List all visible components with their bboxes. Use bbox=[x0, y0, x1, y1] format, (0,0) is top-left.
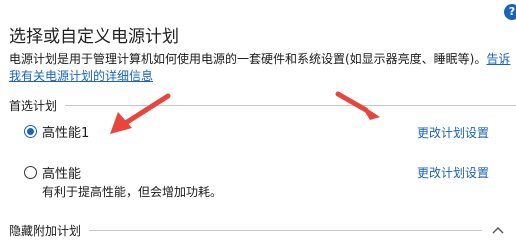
change-plan-settings-link[interactable]: 更改计划设置 bbox=[417, 124, 489, 141]
divider bbox=[89, 229, 482, 231]
chevron-up-icon[interactable] bbox=[490, 223, 506, 237]
preferred-plans-label: 首选计划 bbox=[9, 98, 58, 113]
hidden-plans-header[interactable]: 隐藏附加计划 bbox=[9, 221, 516, 239]
radio-unchecked-icon[interactable] bbox=[24, 165, 37, 179]
plan-description: 有利于提高性能，但会增加功耗。 bbox=[42, 185, 223, 199]
plan-option-high-performance[interactable]: 高性能 bbox=[24, 163, 82, 182]
plan-name: 高性能 bbox=[42, 166, 82, 182]
page-title: 选择或自定义电源计划 bbox=[9, 27, 179, 47]
radio-checked-icon[interactable] bbox=[24, 124, 37, 138]
preferred-plans-header: 首选计划 bbox=[9, 96, 516, 114]
plan-name: 高性能1 bbox=[42, 125, 90, 141]
hidden-plans-label: 隐藏附加计划 bbox=[9, 223, 82, 238]
divider bbox=[65, 104, 516, 106]
description-text: 电源计划是用于管理计算机如何使用电源的一套硬件和系统设置(如显示器亮度、睡眠等)… bbox=[9, 52, 487, 66]
description: 电源计划是用于管理计算机如何使用电源的一套硬件和系统设置(如显示器亮度、睡眠等)… bbox=[9, 51, 511, 85]
help-icon[interactable]: ? bbox=[504, 4, 516, 20]
plan-option-high-performance-1[interactable]: 高性能1 bbox=[24, 122, 90, 141]
change-plan-settings-link[interactable]: 更改计划设置 bbox=[417, 164, 489, 181]
